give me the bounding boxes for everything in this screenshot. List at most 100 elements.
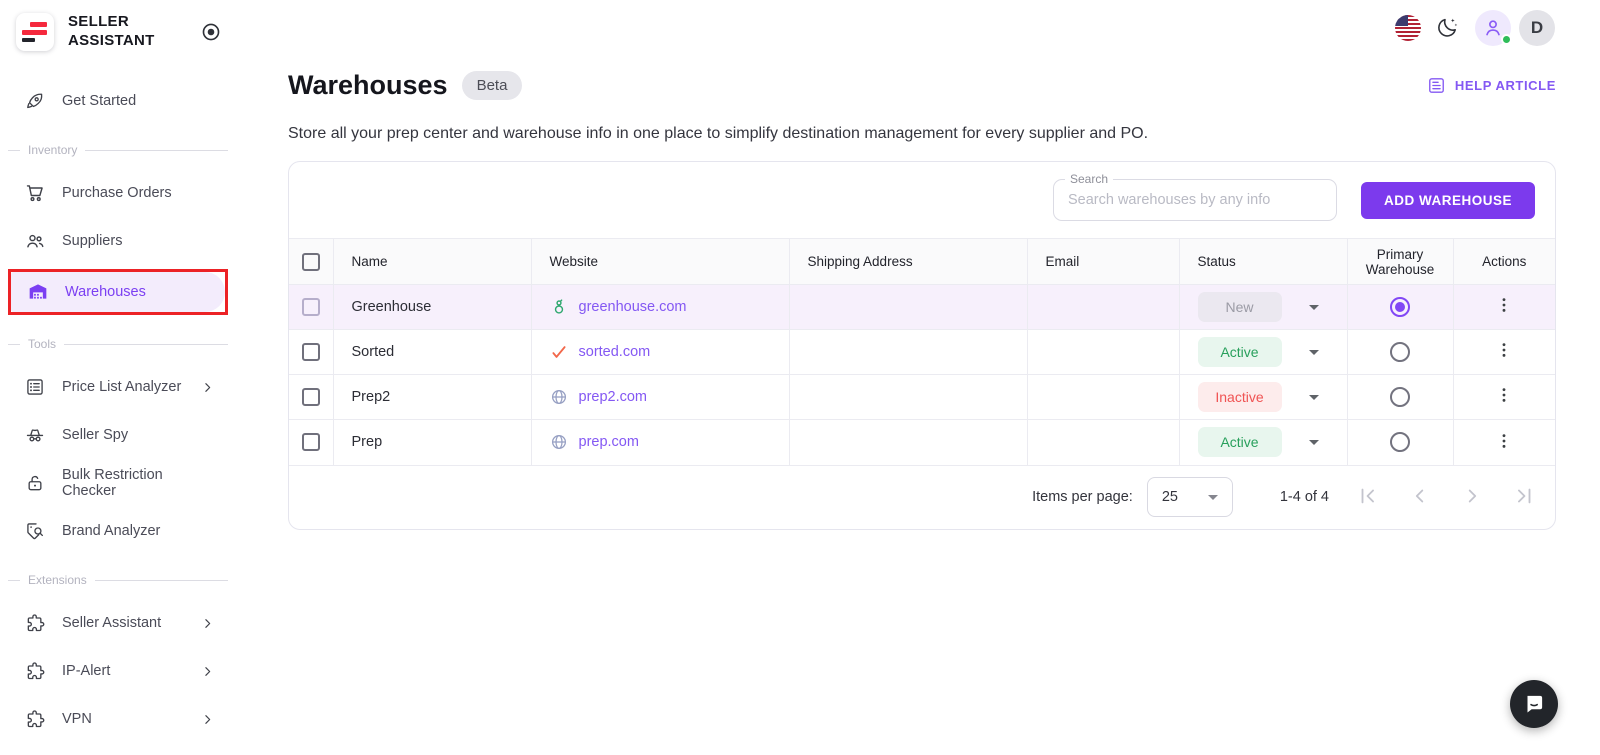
sidebar-item-warehouses[interactable]: Warehouses — [11, 272, 225, 312]
shipping-address-cell — [789, 374, 1028, 420]
brand-name: SELLER ASSISTANT — [68, 13, 155, 49]
sidebar-item-label: Seller Spy — [62, 427, 129, 443]
language-flag-us-icon[interactable] — [1395, 15, 1421, 41]
sidebar-item-label: Brand Analyzer — [62, 523, 161, 539]
warehouse-icon — [28, 282, 48, 302]
add-warehouse-button[interactable]: ADD WAREHOUSE — [1360, 181, 1535, 219]
column-header-status: Status — [1179, 238, 1348, 285]
sidebar-item-purchase-orders[interactable]: Purchase Orders — [8, 173, 228, 213]
globe-favicon — [551, 389, 566, 405]
next-page-button[interactable] — [1459, 484, 1485, 510]
sidebar-item-label: Warehouses — [65, 284, 146, 300]
warehouse-name: Sorted — [333, 329, 532, 375]
sidebar-item-ip-alert[interactable]: IP-Alert — [8, 651, 228, 691]
column-header-email: Email — [1027, 238, 1180, 285]
card-toolbar: Search ADD WAREHOUSE — [289, 162, 1555, 238]
sorted-favicon — [551, 346, 566, 358]
sidebar-item-get-started[interactable]: Get Started — [8, 81, 228, 121]
article-icon — [1428, 78, 1444, 93]
globe-favicon — [551, 435, 566, 450]
first-page-button[interactable] — [1355, 484, 1381, 510]
chat-widget-button[interactable] — [1510, 680, 1558, 728]
primary-warehouse-radio[interactable] — [1390, 342, 1410, 362]
sidebar-item-label: Suppliers — [62, 233, 123, 249]
annotation-highlight: Warehouses — [8, 269, 228, 315]
lock-icon — [25, 473, 45, 493]
warehouses-table: Name Website Shipping Address Email Stat… — [289, 238, 1555, 465]
row-actions-kebab-button[interactable] — [1492, 385, 1516, 409]
last-page-button[interactable] — [1511, 484, 1537, 510]
chevron-right-icon — [201, 617, 214, 630]
status-dropdown-caret-icon[interactable] — [1308, 394, 1319, 400]
status-dropdown-caret-icon[interactable] — [1308, 439, 1319, 445]
page-title: Warehouses — [288, 70, 448, 100]
sidebar-item-bulk-restriction-checker[interactable]: Bulk Restriction Checker — [8, 463, 228, 503]
select-all-checkbox[interactable] — [301, 252, 320, 271]
email-cell — [1027, 419, 1180, 465]
warehouse-name: Greenhouse — [333, 284, 532, 330]
beta-badge: Beta — [461, 71, 523, 100]
person-icon — [1486, 20, 1500, 36]
website-link[interactable]: sorted.com — [579, 344, 651, 360]
app-window: SELLER ASSISTANT Get Started Inventory P… — [0, 0, 1600, 755]
row-checkbox[interactable] — [301, 343, 320, 361]
account-button[interactable] — [1475, 10, 1512, 46]
row-actions-kebab-button[interactable] — [1492, 340, 1516, 364]
dark-mode-moon-icon[interactable] — [1435, 16, 1459, 40]
status-dropdown-caret-icon[interactable] — [1308, 304, 1319, 310]
status-badge[interactable]: New — [1197, 292, 1282, 322]
sidebar-item-suppliers[interactable]: Suppliers — [8, 221, 228, 261]
shipping-address-cell — [789, 419, 1028, 465]
pagination-range: 1-4 of 4 — [1279, 489, 1329, 505]
sidebar-item-label: Price List Analyzer — [62, 379, 182, 395]
website-link[interactable]: greenhouse.com — [579, 299, 687, 315]
sidebar-section-inventory: Inventory — [8, 143, 228, 157]
sidebar-item-vpn[interactable]: VPN — [8, 699, 228, 739]
website-link[interactable]: prep.com — [579, 434, 639, 450]
primary-warehouse-radio[interactable] — [1390, 432, 1410, 453]
status-badge[interactable]: Active — [1197, 337, 1282, 367]
table-row: Greenhouse greenhouse.com New — [289, 284, 1555, 330]
shipping-address-cell — [789, 284, 1028, 330]
puzzle-icon — [25, 613, 45, 633]
page-content: Warehouses Beta HELP ARTICLE Store all y… — [236, 56, 1600, 530]
sidebar-item-label: Seller Assistant — [62, 615, 162, 631]
column-header-website: Website — [531, 238, 790, 285]
status-badge[interactable]: Inactive — [1197, 382, 1282, 412]
help-article-link[interactable]: HELP ARTICLE — [1427, 76, 1556, 95]
primary-warehouse-radio[interactable] — [1390, 297, 1410, 317]
row-actions-kebab-button[interactable] — [1492, 430, 1516, 454]
people-icon — [25, 231, 45, 251]
tag-search-icon — [25, 521, 45, 541]
table-row: Sorted sorted.com Active — [289, 329, 1555, 375]
items-per-page-select[interactable]: 25 — [1146, 477, 1233, 517]
sidebar-item-price-list-analyzer[interactable]: Price List Analyzer — [8, 367, 228, 407]
sidebar-item-label: Bulk Restriction Checker — [62, 467, 163, 499]
primary-warehouse-radio[interactable] — [1390, 387, 1410, 407]
user-avatar[interactable]: D — [1519, 10, 1555, 46]
row-actions-kebab-button[interactable] — [1492, 295, 1516, 319]
sidebar-collapse-toggle-icon[interactable] — [200, 21, 222, 43]
page-subtitle: Store all your prep center and warehouse… — [288, 125, 1149, 142]
sidebar-item-seller-spy[interactable]: Seller Spy — [8, 415, 228, 455]
row-checkbox[interactable] — [301, 298, 320, 316]
brand[interactable]: SELLER ASSISTANT — [8, 13, 228, 51]
shipping-address-cell — [789, 329, 1028, 375]
status-dropdown-caret-icon[interactable] — [1308, 349, 1319, 355]
sidebar-item-brand-analyzer[interactable]: Brand Analyzer — [8, 511, 228, 551]
row-checkbox[interactable] — [301, 433, 320, 452]
main-area: D Warehouses Beta HELP ARTICLE Store all… — [236, 0, 1600, 755]
search-field-label: Search — [1064, 172, 1114, 186]
sidebar-section-extensions: Extensions — [8, 573, 228, 587]
chevron-right-icon — [201, 713, 214, 726]
topbar: D — [236, 0, 1600, 56]
previous-page-button[interactable] — [1407, 484, 1433, 510]
puzzle-icon — [25, 709, 45, 729]
sidebar-item-seller-assistant-extension[interactable]: Seller Assistant — [8, 603, 228, 643]
status-badge[interactable]: Active — [1197, 427, 1282, 458]
website-link[interactable]: prep2.com — [579, 389, 648, 405]
row-checkbox[interactable] — [301, 388, 320, 406]
table-pagination: Items per page: 25 1-4 of 4 — [289, 464, 1555, 529]
search-input[interactable] — [1053, 180, 1336, 220]
select-caret-icon — [1207, 494, 1218, 500]
